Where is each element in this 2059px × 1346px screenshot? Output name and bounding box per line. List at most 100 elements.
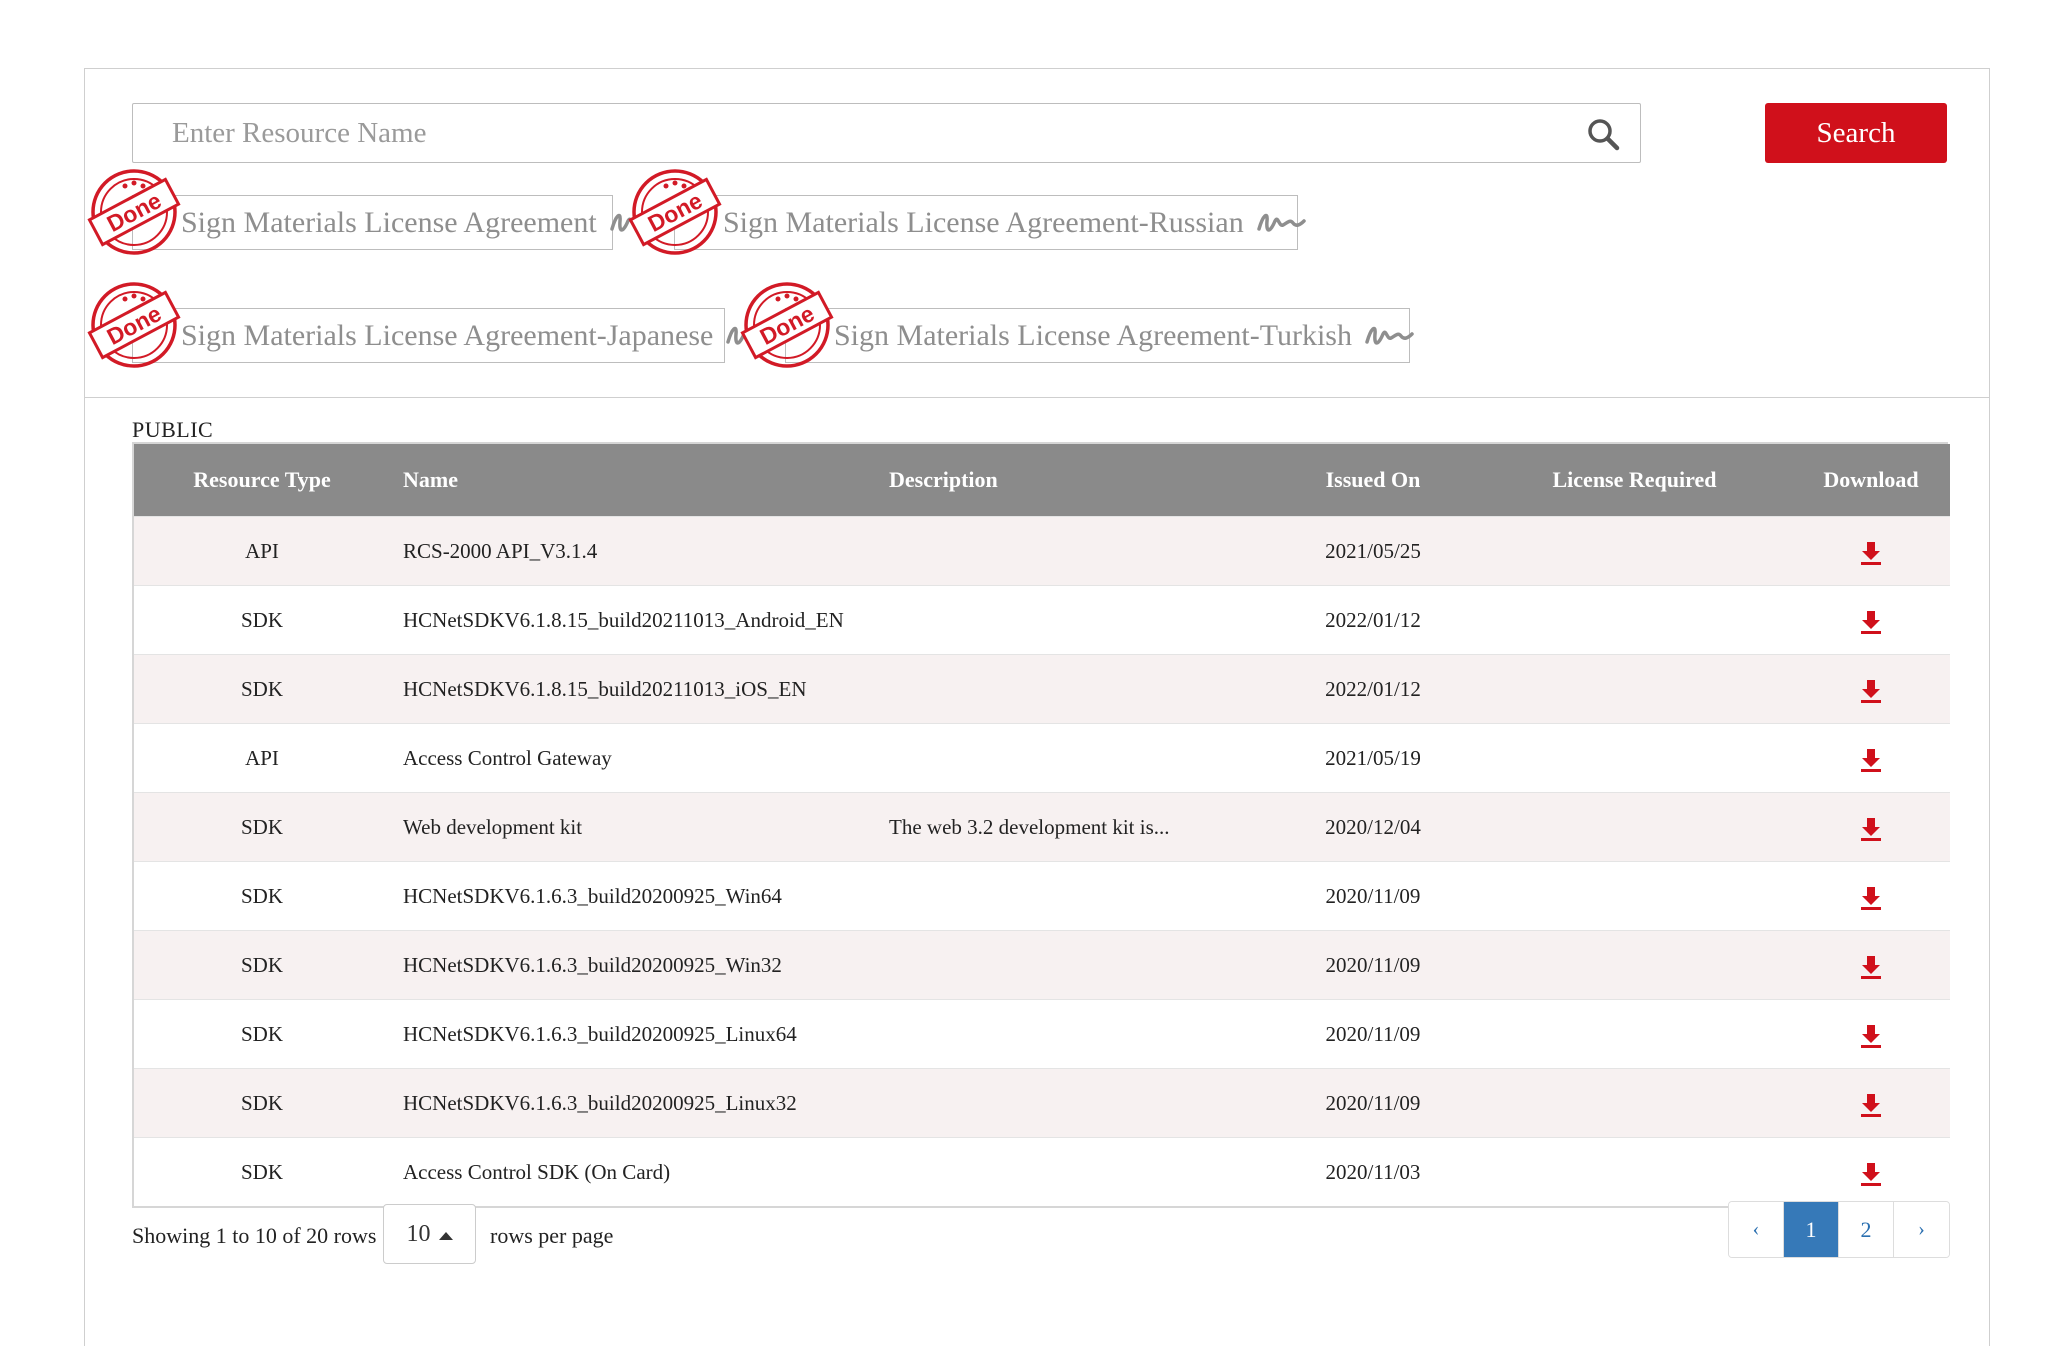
cell-issued-on: 2022/01/12	[1325, 676, 1421, 701]
agreement-label: Sign Materials License Agreement-Turkish	[834, 318, 1352, 352]
cell-description	[875, 654, 1269, 723]
table-header-row: Resource Type Name Description Issued On…	[134, 444, 1950, 516]
download-icon[interactable]	[1858, 1023, 1884, 1049]
agreement-label: Sign Materials License Agreement	[181, 205, 597, 239]
page-button-2[interactable]: 2	[1839, 1202, 1894, 1257]
download-icon[interactable]	[1858, 1161, 1884, 1187]
table-row: SDK HCNetSDKV6.1.6.3_build20200925_Linux6…	[134, 999, 1950, 1068]
header-issued-on[interactable]: Issued On	[1269, 444, 1477, 516]
rows-per-page-value: 10	[406, 1220, 431, 1247]
cell-license-required	[1477, 792, 1792, 861]
search-button[interactable]: Search	[1765, 103, 1947, 163]
table-row: API RCS-2000 API_V3.1.4 2021/05/25	[134, 516, 1950, 585]
header-license-required[interactable]: License Required	[1477, 444, 1792, 516]
cell-description	[875, 861, 1269, 930]
signature-icon	[1256, 213, 1306, 232]
cell-license-required	[1477, 585, 1792, 654]
table-row: SDK HCNetSDKV6.1.8.15_build20211013_iOS_E…	[134, 654, 1950, 723]
page-prev-button[interactable]: ‹	[1729, 1202, 1784, 1257]
cell-download	[1792, 930, 1950, 999]
header-name[interactable]: Name	[390, 444, 875, 516]
cell-license-required	[1477, 930, 1792, 999]
table-row: SDK HCNetSDKV6.1.6.3_build20200925_Win32 2…	[134, 930, 1950, 999]
table-row: API Access Control Gateway 2021/05/19	[134, 723, 1950, 792]
agreement-link-japanese[interactable]: Sign Materials License Agreement-Japanes…	[132, 308, 776, 363]
cell-download	[1792, 999, 1950, 1068]
rows-per-page-label: rows per page	[490, 1223, 614, 1248]
cell-issued-on: 2020/12/04	[1325, 814, 1421, 839]
cell-issued-on: 2020/11/09	[1325, 883, 1421, 908]
cell-name: HCNetSDKV6.1.6.3_build20200925_Linux64	[403, 1021, 797, 1046]
download-icon[interactable]	[1858, 954, 1884, 980]
cell-download	[1792, 792, 1950, 861]
download-icon[interactable]	[1858, 885, 1884, 911]
cell-resource-type: SDK	[240, 952, 283, 977]
cell-download	[1792, 1137, 1950, 1206]
search-input[interactable]	[133, 104, 1640, 162]
cell-download	[1792, 654, 1950, 723]
cell-download	[1792, 516, 1950, 585]
cell-resource-type: SDK	[240, 814, 283, 839]
section-label: PUBLIC	[132, 417, 214, 442]
cell-resource-type: SDK	[240, 676, 283, 701]
agreement-label: Sign Materials License Agreement-Russian	[723, 205, 1244, 239]
table-row: SDK Web development kit The web 3.2 develo…	[134, 792, 1950, 861]
cell-description	[875, 723, 1269, 792]
cell-description	[875, 585, 1269, 654]
pagination: ‹ 1 2 ›	[1728, 1201, 1950, 1258]
download-icon[interactable]	[1858, 609, 1884, 635]
agreement-link-russian[interactable]: Sign Materials License Agreement-Russian	[674, 195, 1306, 250]
cell-issued-on: 2020/11/09	[1325, 952, 1421, 977]
page-button-1[interactable]: 1	[1784, 1202, 1839, 1257]
signature-icon	[1365, 326, 1414, 345]
cell-download	[1792, 1068, 1950, 1137]
cell-name: Web development kit	[403, 814, 583, 839]
download-icon[interactable]	[1858, 678, 1884, 704]
download-icon[interactable]	[1858, 540, 1884, 566]
cell-license-required	[1477, 654, 1792, 723]
cell-resource-type: SDK	[240, 1090, 283, 1115]
cell-issued-on: 2020/11/03	[1325, 1159, 1421, 1184]
cell-resource-type: SDK	[240, 607, 283, 632]
table-body: API RCS-2000 API_V3.1.4 2021/05/25 SDK HCNet…	[134, 516, 1950, 1206]
cell-name: HCNetSDKV6.1.6.3_build20200925_Win32	[403, 952, 782, 977]
cell-name: RCS-2000 API_V3.1.4	[403, 538, 598, 563]
search-icon[interactable]	[1586, 117, 1620, 151]
cell-download	[1792, 585, 1950, 654]
cell-resource-type: SDK	[240, 1159, 283, 1184]
download-icon[interactable]	[1858, 816, 1884, 842]
agreement-link-turkish[interactable]: Sign Materials License Agreement-Turkish	[785, 308, 1414, 363]
rows-per-page-select[interactable]: 10	[383, 1204, 476, 1264]
header-description[interactable]: Description	[875, 444, 1269, 516]
cell-name: HCNetSDKV6.1.8.15_build20211013_Android_…	[403, 607, 844, 632]
download-icon[interactable]	[1858, 747, 1884, 773]
resource-table: Resource Type Name Description Issued On…	[132, 442, 1950, 1208]
cell-license-required	[1477, 516, 1792, 585]
table-row: SDK Access Control SDK (On Card) 2020/11/0…	[134, 1137, 1950, 1206]
page-next-button[interactable]: ›	[1894, 1202, 1949, 1257]
cell-name: HCNetSDKV6.1.8.15_build20211013_iOS_EN	[403, 676, 807, 701]
signature-icon	[609, 213, 659, 232]
cell-name: HCNetSDKV6.1.6.3_build20200925_Linux32	[403, 1090, 797, 1115]
cell-description	[875, 930, 1269, 999]
table-row: SDK HCNetSDKV6.1.6.3_build20200925_Win64 2…	[134, 861, 1950, 930]
cell-license-required	[1477, 723, 1792, 792]
cell-description	[875, 1137, 1269, 1206]
cell-description	[875, 516, 1269, 585]
cell-description: The web 3.2 development kit is...	[889, 814, 1170, 839]
cell-resource-type: API	[245, 745, 279, 770]
cell-name: Access Control Gateway	[403, 745, 612, 770]
cell-issued-on: 2021/05/25	[1325, 538, 1421, 563]
cell-issued-on: 2022/01/12	[1325, 607, 1421, 632]
agreement-link-english[interactable]: Sign Materials License Agreement	[132, 195, 659, 250]
cell-download	[1792, 861, 1950, 930]
cell-download	[1792, 723, 1950, 792]
resource-panel: Search Sign Materials License Agreement …	[84, 68, 1990, 1346]
search-box[interactable]	[132, 103, 1641, 163]
download-icon[interactable]	[1858, 1092, 1884, 1118]
cell-resource-type: API	[245, 538, 279, 563]
cell-license-required	[1477, 1068, 1792, 1137]
header-resource-type[interactable]: Resource Type	[134, 444, 390, 516]
section-divider	[85, 397, 1989, 398]
cell-license-required	[1477, 1137, 1792, 1206]
